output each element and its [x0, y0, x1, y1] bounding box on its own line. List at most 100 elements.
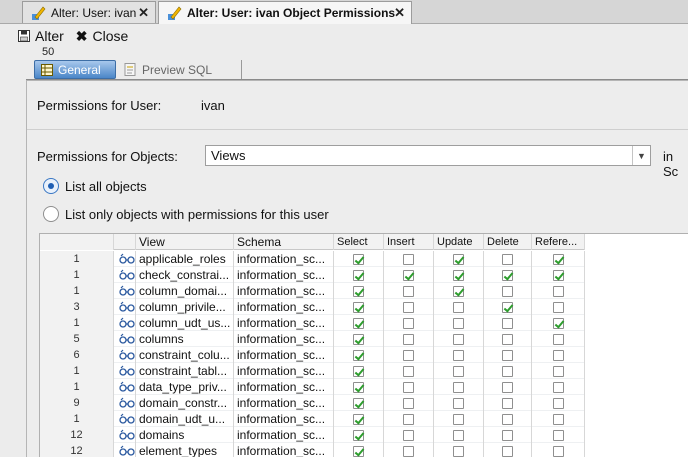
references-checkbox[interactable] — [552, 301, 564, 313]
close-button[interactable]: ✖ Close — [76, 28, 129, 45]
insert-checkbox[interactable] — [403, 317, 414, 329]
delete-checkbox[interactable] — [502, 317, 513, 329]
update-checkbox[interactable] — [453, 413, 464, 425]
delete-checkbox[interactable] — [502, 397, 513, 409]
insert-checkbox[interactable] — [403, 333, 414, 345]
insert-checkbox[interactable] — [403, 429, 414, 441]
references-checkbox[interactable] — [552, 365, 564, 377]
references-checkbox[interactable] — [552, 333, 564, 345]
header-references[interactable]: Refere... — [532, 234, 585, 250]
table-row[interactable]: 9 domain_constr... information_sc... — [40, 395, 585, 411]
header-select[interactable]: Select — [334, 234, 384, 250]
table-row[interactable]: 5 columns information_sc... — [40, 331, 585, 347]
references-checkbox[interactable] — [552, 253, 564, 265]
insert-cell — [384, 363, 434, 379]
references-checkbox[interactable] — [552, 349, 564, 361]
insert-checkbox[interactable] — [403, 285, 414, 297]
update-checkbox[interactable] — [453, 333, 464, 345]
tab-object-permissions[interactable]: Alter: User: ivan Object Permissions ✕ — [158, 1, 412, 24]
table-row[interactable]: 3 column_privile... information_sc... — [40, 299, 585, 315]
close-tab-icon[interactable]: ✕ — [138, 5, 149, 21]
table-row[interactable]: 6 constraint_colu... information_sc... — [40, 347, 585, 363]
select-checkbox[interactable] — [353, 253, 364, 265]
table-row[interactable]: 1 check_constrai... information_sc... — [40, 267, 585, 283]
update-checkbox[interactable] — [453, 445, 464, 457]
delete-checkbox[interactable] — [502, 349, 513, 361]
table-row[interactable]: 12 element_types information_sc... — [40, 443, 585, 457]
table-row[interactable]: 1 data_type_priv... information_sc... — [40, 379, 585, 395]
references-checkbox[interactable] — [552, 445, 564, 457]
header-insert[interactable]: Insert — [384, 234, 434, 250]
tab-alter-user[interactable]: Alter: User: ivan ✕ — [22, 1, 156, 23]
update-checkbox[interactable] — [453, 317, 464, 329]
insert-checkbox[interactable] — [403, 445, 414, 457]
insert-checkbox[interactable] — [403, 365, 414, 377]
update-checkbox[interactable] — [453, 349, 464, 361]
update-checkbox[interactable] — [453, 381, 464, 393]
table-row[interactable]: 12 domains information_sc... — [40, 427, 585, 443]
object-type-select[interactable]: Views ▼ — [205, 145, 651, 166]
select-checkbox[interactable] — [353, 285, 364, 297]
insert-checkbox[interactable] — [403, 413, 414, 425]
chevron-down-icon[interactable]: ▼ — [632, 146, 650, 165]
references-checkbox[interactable] — [552, 285, 564, 297]
delete-checkbox[interactable] — [502, 429, 513, 441]
update-checkbox[interactable] — [453, 253, 464, 265]
select-checkbox[interactable] — [353, 269, 364, 281]
select-checkbox[interactable] — [353, 429, 364, 441]
delete-checkbox[interactable] — [502, 253, 513, 265]
radio-button[interactable] — [43, 206, 59, 222]
update-checkbox[interactable] — [453, 285, 464, 297]
delete-checkbox[interactable] — [502, 269, 513, 281]
table-row[interactable]: 1 column_domai... information_sc... — [40, 283, 585, 299]
references-checkbox[interactable] — [552, 397, 564, 409]
select-checkbox[interactable] — [353, 413, 364, 425]
insert-checkbox[interactable] — [403, 253, 414, 265]
references-checkbox[interactable] — [552, 317, 564, 329]
insert-checkbox[interactable] — [403, 397, 414, 409]
table-row[interactable]: 1 domain_udt_u... information_sc... — [40, 411, 585, 427]
select-checkbox[interactable] — [353, 381, 364, 393]
update-checkbox[interactable] — [453, 301, 464, 313]
insert-checkbox[interactable] — [403, 269, 414, 281]
select-checkbox[interactable] — [353, 397, 364, 409]
delete-checkbox[interactable] — [502, 381, 513, 393]
select-checkbox[interactable] — [353, 445, 364, 457]
header-delete[interactable]: Delete — [484, 234, 532, 250]
delete-checkbox[interactable] — [502, 413, 513, 425]
references-checkbox[interactable] — [552, 429, 564, 441]
header-schema[interactable]: Schema — [234, 234, 334, 250]
delete-checkbox[interactable] — [502, 365, 513, 377]
select-checkbox[interactable] — [353, 365, 364, 377]
delete-checkbox[interactable] — [502, 333, 513, 345]
table-row[interactable]: 1 applicable_roles information_sc... — [40, 251, 585, 267]
update-checkbox[interactable] — [453, 365, 464, 377]
insert-checkbox[interactable] — [403, 301, 414, 313]
update-checkbox[interactable] — [453, 429, 464, 441]
alter-button[interactable]: Alter — [18, 28, 64, 44]
header-view[interactable]: View — [136, 234, 234, 250]
delete-checkbox[interactable] — [502, 285, 513, 297]
select-checkbox[interactable] — [353, 333, 364, 345]
radio-list-all[interactable]: List all objects — [43, 178, 147, 194]
radio-button-selected[interactable] — [43, 178, 59, 194]
table-row[interactable]: 1 column_udt_us... information_sc... — [40, 315, 585, 331]
update-checkbox[interactable] — [453, 397, 464, 409]
select-checkbox[interactable] — [353, 317, 364, 329]
select-checkbox[interactable] — [353, 301, 364, 313]
delete-checkbox[interactable] — [502, 301, 513, 313]
insert-checkbox[interactable] — [403, 349, 414, 361]
radio-list-only[interactable]: List only objects with permissions for t… — [43, 206, 329, 222]
close-tab-icon[interactable]: ✕ — [394, 5, 405, 21]
table-row[interactable]: 1 constraint_tabl... information_sc... — [40, 363, 585, 379]
references-checkbox[interactable] — [552, 269, 564, 281]
select-checkbox[interactable] — [353, 349, 364, 361]
tab-preview-sql[interactable]: Preview SQL — [118, 60, 242, 79]
delete-checkbox[interactable] — [502, 445, 513, 457]
update-checkbox[interactable] — [453, 269, 464, 281]
header-update[interactable]: Update — [434, 234, 484, 250]
references-checkbox[interactable] — [552, 381, 564, 393]
tab-general[interactable]: General — [34, 60, 116, 79]
insert-checkbox[interactable] — [403, 381, 414, 393]
references-checkbox[interactable] — [552, 413, 564, 425]
